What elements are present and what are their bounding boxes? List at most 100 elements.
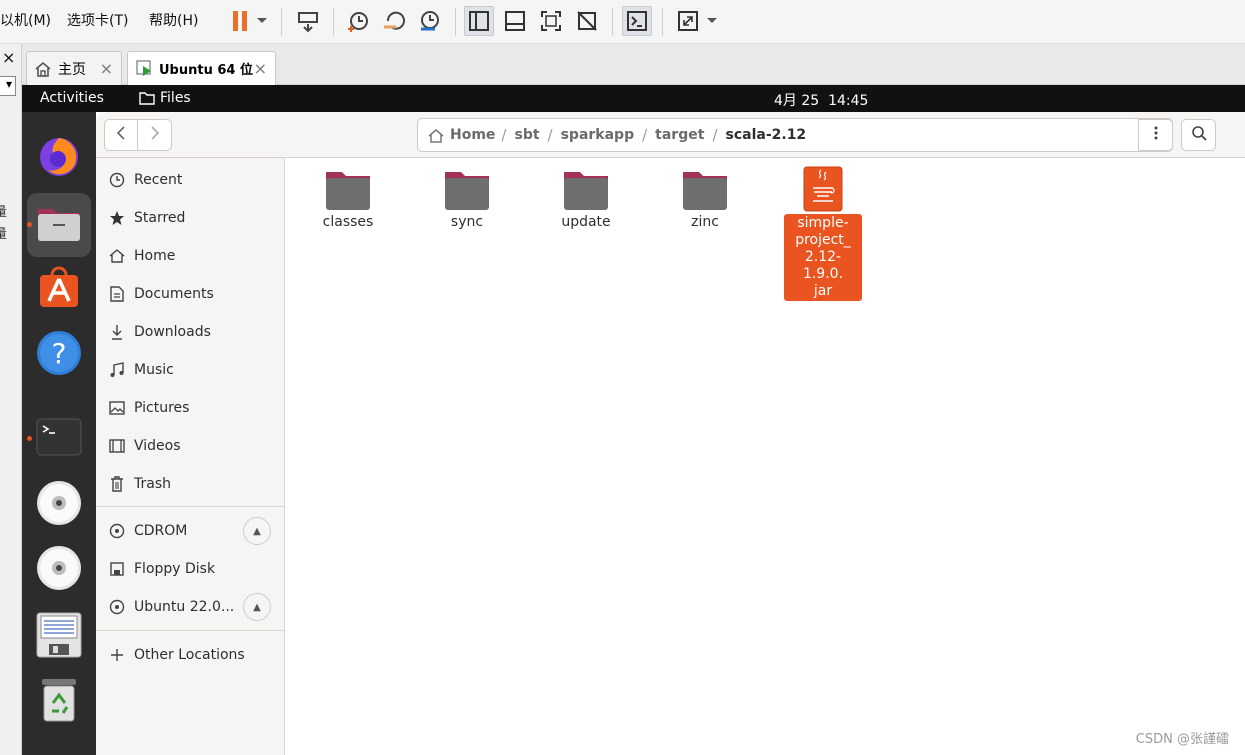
back-button[interactable] <box>104 119 138 151</box>
tab-ubuntu[interactable]: Ubuntu 64 位 × <box>127 51 276 85</box>
folder-icon <box>419 168 515 212</box>
file-item-sync[interactable]: sync <box>419 158 515 231</box>
stretch-icon[interactable] <box>673 6 703 36</box>
document-icon <box>108 286 126 302</box>
close-icon[interactable]: × <box>2 48 15 67</box>
sidebar-item-label: Ubuntu 22.0... <box>134 599 235 615</box>
sidebar-item-home[interactable]: Home <box>96 239 285 273</box>
sidebar-item-other-locations[interactable]: Other Locations <box>96 638 285 672</box>
tab-home-label: 主页 <box>58 61 86 78</box>
app-store-icon <box>35 263 83 315</box>
file-name: sync <box>450 214 484 230</box>
plus-icon <box>108 648 126 662</box>
dock-help[interactable]: ? <box>22 323 96 387</box>
activities-button[interactable]: Activities <box>40 90 104 106</box>
dock-terminal[interactable] <box>22 407 96 471</box>
stretch-dropdown-icon[interactable] <box>702 6 722 36</box>
crumb-target[interactable]: target <box>647 127 712 143</box>
sidebar-item-starred[interactable]: Starred <box>96 201 285 235</box>
dock: ? <box>22 112 96 755</box>
crumb-scala[interactable]: scala-2.12 <box>718 127 815 143</box>
library-strip: × ▾ 量 量 <box>0 44 22 755</box>
menu-vm[interactable]: 以机(M) <box>0 10 51 30</box>
file-view: classes sync update zinc simple- project… <box>286 158 1245 755</box>
trash-icon <box>39 677 79 727</box>
vm-toolbar: 以机(M) 选项卡(T) 帮助(H) <box>0 0 1245 44</box>
sidebar-item-label: Downloads <box>134 324 211 340</box>
dock-app-center[interactable] <box>22 257 96 321</box>
menu-help[interactable]: 帮助(H) <box>149 10 198 30</box>
eject-button[interactable]: ▲ <box>243 517 271 545</box>
sidebar-item-cdrom[interactable]: CDROM ▲ <box>96 514 285 548</box>
sidebar-item-label: Trash <box>134 476 171 492</box>
close-icon[interactable]: × <box>254 59 267 78</box>
crumb-sbt[interactable]: sbt <box>506 127 547 143</box>
crumb-sparkapp[interactable]: sparkapp <box>553 127 643 143</box>
menu-tabs[interactable]: 选项卡(T) <box>67 10 128 30</box>
crumb-home[interactable]: Home <box>418 127 501 143</box>
sidebar-item-trash[interactable]: Trash <box>96 467 285 501</box>
sidebar-item-label: Starred <box>134 210 186 226</box>
tab-home[interactable]: 主页 × <box>26 51 122 85</box>
help-icon: ? <box>35 329 83 381</box>
sidebar-item-label: Documents <box>134 286 214 302</box>
crumb-home-label: Home <box>450 127 496 143</box>
thumbnail-view-icon[interactable] <box>500 6 530 36</box>
sidebar-view-icon[interactable] <box>464 6 494 36</box>
dock-cdrom-2[interactable] <box>22 538 96 602</box>
pause-dropdown-icon[interactable] <box>252 6 272 36</box>
sidebar-item-label: Videos <box>134 438 181 454</box>
files-window: Home / sbt / sparkapp / target / scala-2… <box>96 112 1245 755</box>
more-vertical-icon <box>1153 125 1159 145</box>
file-item-jar[interactable]: simple- project_ 2.12-1.9.0. jar <box>775 158 871 301</box>
eject-icon: ▲ <box>253 601 261 613</box>
disc-icon <box>108 523 126 539</box>
dock-trash[interactable] <box>22 670 96 734</box>
revert-snapshot-icon[interactable] <box>379 6 409 36</box>
file-item-update[interactable]: update <box>538 158 634 231</box>
sidebar-item-recent[interactable]: Recent <box>96 163 285 197</box>
music-icon <box>108 362 126 378</box>
watermark: CSDN @张謹礌 <box>1135 732 1229 747</box>
search-icon <box>1191 125 1207 145</box>
sidebar-item-ubuntu[interactable]: Ubuntu 22.0... ▲ <box>96 590 285 624</box>
files-app-menu[interactable]: Files <box>139 90 191 106</box>
library-dropdown[interactable]: ▾ <box>0 76 16 96</box>
sidebar-item-floppy[interactable]: Floppy Disk <box>96 552 285 586</box>
gnome-top-bar: Activities Files 4月 25 14:45 <box>22 85 1245 112</box>
dock-cdrom-1[interactable] <box>22 473 96 537</box>
console-view-icon[interactable] <box>622 6 652 36</box>
file-item-classes[interactable]: classes <box>300 158 396 231</box>
sidebar-item-documents[interactable]: Documents <box>96 277 285 311</box>
clock[interactable]: 4月 25 14:45 <box>774 90 868 110</box>
file-name: zinc <box>691 214 719 230</box>
search-button[interactable] <box>1181 119 1216 151</box>
sidebar-item-pictures[interactable]: Pictures <box>96 391 285 425</box>
dock-firefox[interactable] <box>22 126 96 190</box>
sidebar-item-downloads[interactable]: Downloads <box>96 315 285 349</box>
forward-button[interactable] <box>137 119 172 151</box>
sidebar-item-label: Other Locations <box>134 647 245 663</box>
close-icon[interactable]: × <box>100 59 113 78</box>
sidebar-item-music[interactable]: Music <box>96 353 285 387</box>
snapshot-manager-icon[interactable] <box>415 6 445 36</box>
folder-icon <box>300 168 396 212</box>
path-menu-button[interactable] <box>1138 119 1173 151</box>
dock-floppy[interactable] <box>22 605 96 669</box>
home-icon <box>34 61 52 77</box>
send-keys-icon[interactable] <box>293 6 323 36</box>
sidebar-item-label: Home <box>134 248 176 264</box>
file-name: classes <box>322 214 374 230</box>
dock-files[interactable] <box>22 193 96 257</box>
trash-icon <box>108 476 126 492</box>
fullscreen-icon[interactable] <box>536 6 566 36</box>
snapshot-icon[interactable] <box>343 6 373 36</box>
svg-text:?: ? <box>52 337 67 370</box>
eject-button[interactable]: ▲ <box>243 593 271 621</box>
file-item-zinc[interactable]: zinc <box>657 158 753 231</box>
pathbar: Home / sbt / sparkapp / target / scala-2… <box>417 118 1173 152</box>
sidebar-item-videos[interactable]: Videos <box>96 429 285 463</box>
picture-icon <box>108 401 126 415</box>
unity-mode-icon[interactable] <box>572 6 602 36</box>
cdrom-icon <box>36 480 82 530</box>
